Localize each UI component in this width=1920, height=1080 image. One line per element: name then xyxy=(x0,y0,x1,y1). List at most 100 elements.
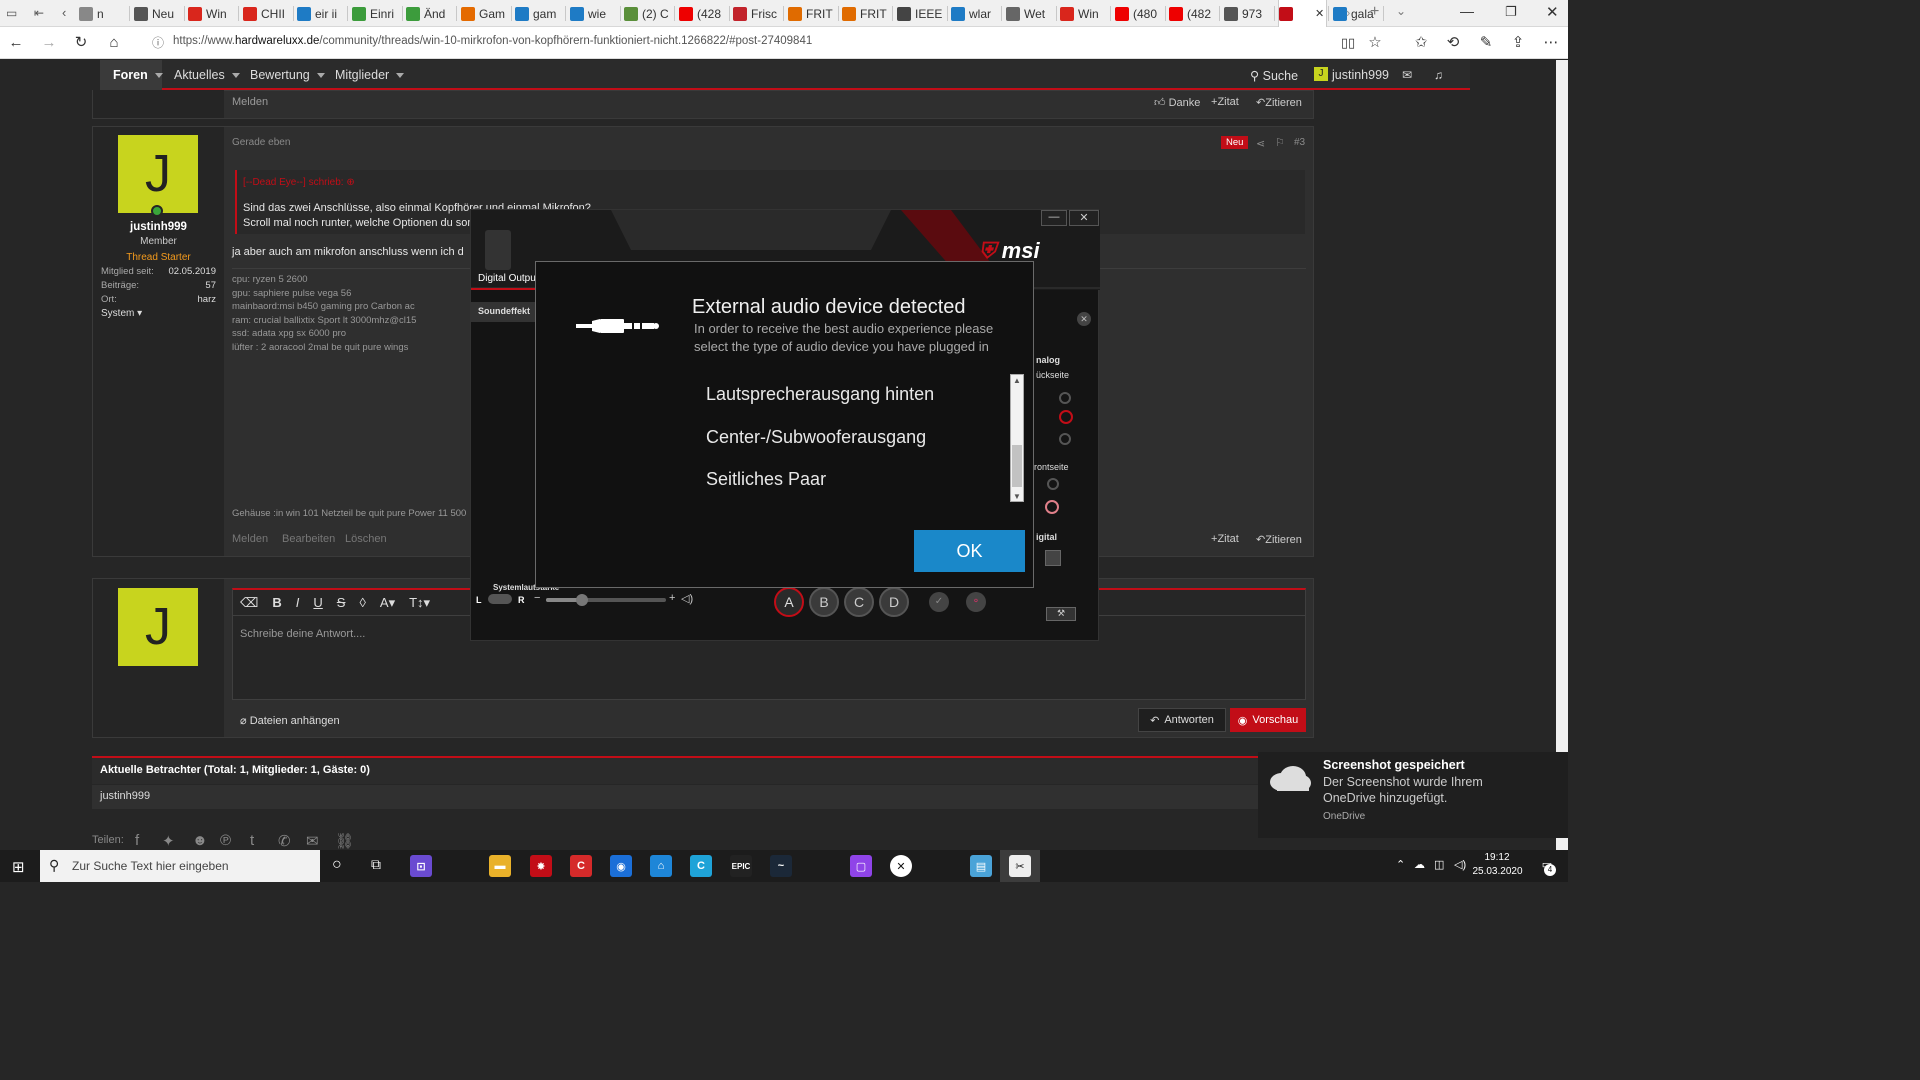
page-scrollbar[interactable] xyxy=(1556,60,1568,850)
ok-button[interactable]: OK xyxy=(914,530,1025,572)
volume-tray-icon[interactable]: ◁) xyxy=(1454,858,1466,871)
snipping-tool-icon[interactable]: ✂ xyxy=(1009,855,1031,877)
taskbar-app-red-icon[interactable]: ✸ xyxy=(530,855,552,877)
share-post-icon[interactable]: ⋖ xyxy=(1256,137,1265,150)
browser-tab[interactable]: (480 xyxy=(1115,0,1164,27)
browser-tab[interactable]: Gam xyxy=(461,0,510,27)
browser-tab[interactable]: 973 xyxy=(1224,0,1273,27)
front-mic-port[interactable] xyxy=(1045,500,1059,514)
browser-tab[interactable]: Neu xyxy=(134,0,183,27)
share-icon[interactable]: ⇪ xyxy=(1507,32,1529,54)
reply-button[interactable]: ↶Zitieren xyxy=(1256,96,1302,109)
underline-icon[interactable]: U xyxy=(313,595,322,611)
browser-tab[interactable]: Änd xyxy=(406,0,455,27)
twitch-icon[interactable]: ▢ xyxy=(850,855,872,877)
browser-tab[interactable]: ✕ xyxy=(1278,0,1327,27)
nav-search[interactable]: ⚲ Suche xyxy=(1250,68,1298,83)
port-c-button[interactable]: C xyxy=(844,587,874,617)
browser-tab[interactable]: Frisc xyxy=(733,0,782,27)
browser-tab[interactable]: eir ii xyxy=(297,0,346,27)
browser-tab[interactable]: FRIT xyxy=(788,0,837,27)
close-window-icon[interactable]: ✕ xyxy=(1546,3,1559,21)
xbox-icon[interactable]: ✕ xyxy=(890,855,912,877)
taskbar-search-box[interactable]: ⚲ Zur Suche Text hier eingeben xyxy=(40,850,320,882)
nav-item-bewertung[interactable]: Bewertung xyxy=(250,68,325,82)
volume-knob[interactable] xyxy=(576,594,588,606)
browser-tab[interactable]: wie xyxy=(570,0,619,27)
browser-tab[interactable]: Win xyxy=(188,0,237,27)
inbox-icon[interactable]: ✉ xyxy=(1402,68,1412,82)
volume-plus-icon[interactable]: + xyxy=(669,592,675,604)
nav-item-foren[interactable]: Foren xyxy=(113,68,163,82)
nav-item-aktuelles[interactable]: Aktuelles xyxy=(174,68,240,82)
browser-tab[interactable]: Wet xyxy=(1006,0,1055,27)
volume-minus-icon[interactable]: − xyxy=(534,592,540,604)
eraser-icon[interactable]: ⌫ xyxy=(240,595,258,611)
nav-avatar[interactable]: J xyxy=(1314,67,1328,81)
facebook-icon[interactable]: f xyxy=(135,832,139,849)
taskbar-app-cpu-icon[interactable]: ⊡ xyxy=(410,855,432,877)
port-d-button[interactable]: D xyxy=(879,587,909,617)
msi-minimize-icon[interactable]: — xyxy=(1041,210,1067,226)
color-icon[interactable]: ◊ xyxy=(359,595,365,611)
browser-tab[interactable]: Einri xyxy=(352,0,401,27)
post-avatar[interactable]: J xyxy=(118,135,198,213)
port-a-button[interactable]: A xyxy=(774,587,804,617)
option-center-subwoofer[interactable]: Center-/Subwooferausgang xyxy=(706,427,926,448)
front-jack-port[interactable] xyxy=(1047,478,1059,490)
reading-view-icon[interactable]: ▯▯ xyxy=(1337,32,1359,54)
email-icon[interactable]: ✉ xyxy=(306,832,319,850)
set-tabs-aside-icon[interactable]: ⇤ xyxy=(34,6,44,20)
digital-output-device-icon[interactable] xyxy=(485,230,511,270)
refresh-icon[interactable]: ↻ xyxy=(70,32,92,54)
settings-x-icon[interactable]: ✕ xyxy=(1077,312,1091,326)
back-icon[interactable]: ← xyxy=(5,32,27,54)
wrench-icon[interactable]: ⚒ xyxy=(1046,607,1076,621)
link-icon[interactable]: ⛓ xyxy=(335,832,354,850)
attach-files-button[interactable]: ⌀ Dateien anhängen xyxy=(240,714,340,727)
check-icon[interactable]: ✓ xyxy=(929,592,949,612)
tab-scroll-right-icon[interactable]: › xyxy=(1346,5,1350,20)
notification-toast[interactable]: Screenshot gespeichert Der Screenshot wu… xyxy=(1258,752,1568,838)
tab-actions-icon[interactable]: ▭ xyxy=(6,6,17,20)
url-field[interactable]: https://www.hardwareluxx.de/community/th… xyxy=(173,35,812,47)
clock-time[interactable]: 19:12 xyxy=(1478,852,1516,863)
close-tab-icon[interactable]: ✕ xyxy=(1315,7,1324,20)
browser-tab[interactable]: n xyxy=(79,0,128,27)
submit-reply-button[interactable]: ↶ Antworten xyxy=(1138,708,1226,732)
windows-start-icon[interactable]: ⊞ xyxy=(12,858,25,876)
reddit-icon[interactable]: ☻ xyxy=(192,832,208,849)
tab-preview-chevron-icon[interactable]: ⌄ xyxy=(1396,4,1406,18)
show-hidden-icons[interactable]: ⌃ xyxy=(1396,858,1405,871)
post-reply-button[interactable]: ↶Zitieren xyxy=(1256,533,1302,546)
post-username[interactable]: justinh999 xyxy=(93,221,224,233)
taskbar-app-chat-icon[interactable]: ◉ xyxy=(610,855,632,877)
clock-date[interactable]: 25.03.2020 xyxy=(1470,866,1525,877)
quote-button[interactable]: +Zitat xyxy=(1211,96,1239,108)
port-b-button[interactable]: B xyxy=(809,587,839,617)
quote-author[interactable]: [--Dead Eye--] schrieb: ⊕ xyxy=(243,177,355,188)
option-side-pair[interactable]: Seitliches Paar xyxy=(706,469,826,490)
taskbar-app-wave-icon[interactable]: ~ xyxy=(770,855,792,877)
font-family-icon[interactable]: A▾ xyxy=(380,595,395,611)
store-icon[interactable]: ⌂ xyxy=(650,855,672,877)
forward-icon[interactable]: → xyxy=(38,32,60,54)
browser-tab[interactable]: (482 xyxy=(1169,0,1218,27)
network-icon[interactable]: ◫ xyxy=(1434,858,1444,871)
speaker-icon[interactable]: ◁) xyxy=(681,592,693,605)
browser-tab[interactable]: (428 xyxy=(679,0,728,27)
soundeffect-tab[interactable]: Soundeffekt xyxy=(471,302,537,322)
bell-icon[interactable]: ♫ xyxy=(1434,68,1443,82)
nav-item-mitglieder[interactable]: Mitglieder xyxy=(335,68,405,82)
browser-tab[interactable]: gam xyxy=(515,0,564,27)
italic-icon[interactable]: I xyxy=(296,595,300,611)
bold-icon[interactable]: B xyxy=(272,595,281,611)
jack-port[interactable] xyxy=(1059,433,1071,445)
reply-input[interactable]: Schreibe deine Antwort.... xyxy=(240,628,365,640)
taskbar-app-window-icon[interactable]: ▤ xyxy=(970,855,992,877)
edit-post-link[interactable]: Bearbeiten xyxy=(282,533,335,545)
pen-icon[interactable]: ✎ xyxy=(1475,32,1497,54)
digital-output-label[interactable]: Digital Output xyxy=(478,273,539,284)
browser-tab[interactable]: IEEE xyxy=(897,0,946,27)
bookmark-icon[interactable]: ⚐ xyxy=(1275,136,1285,149)
